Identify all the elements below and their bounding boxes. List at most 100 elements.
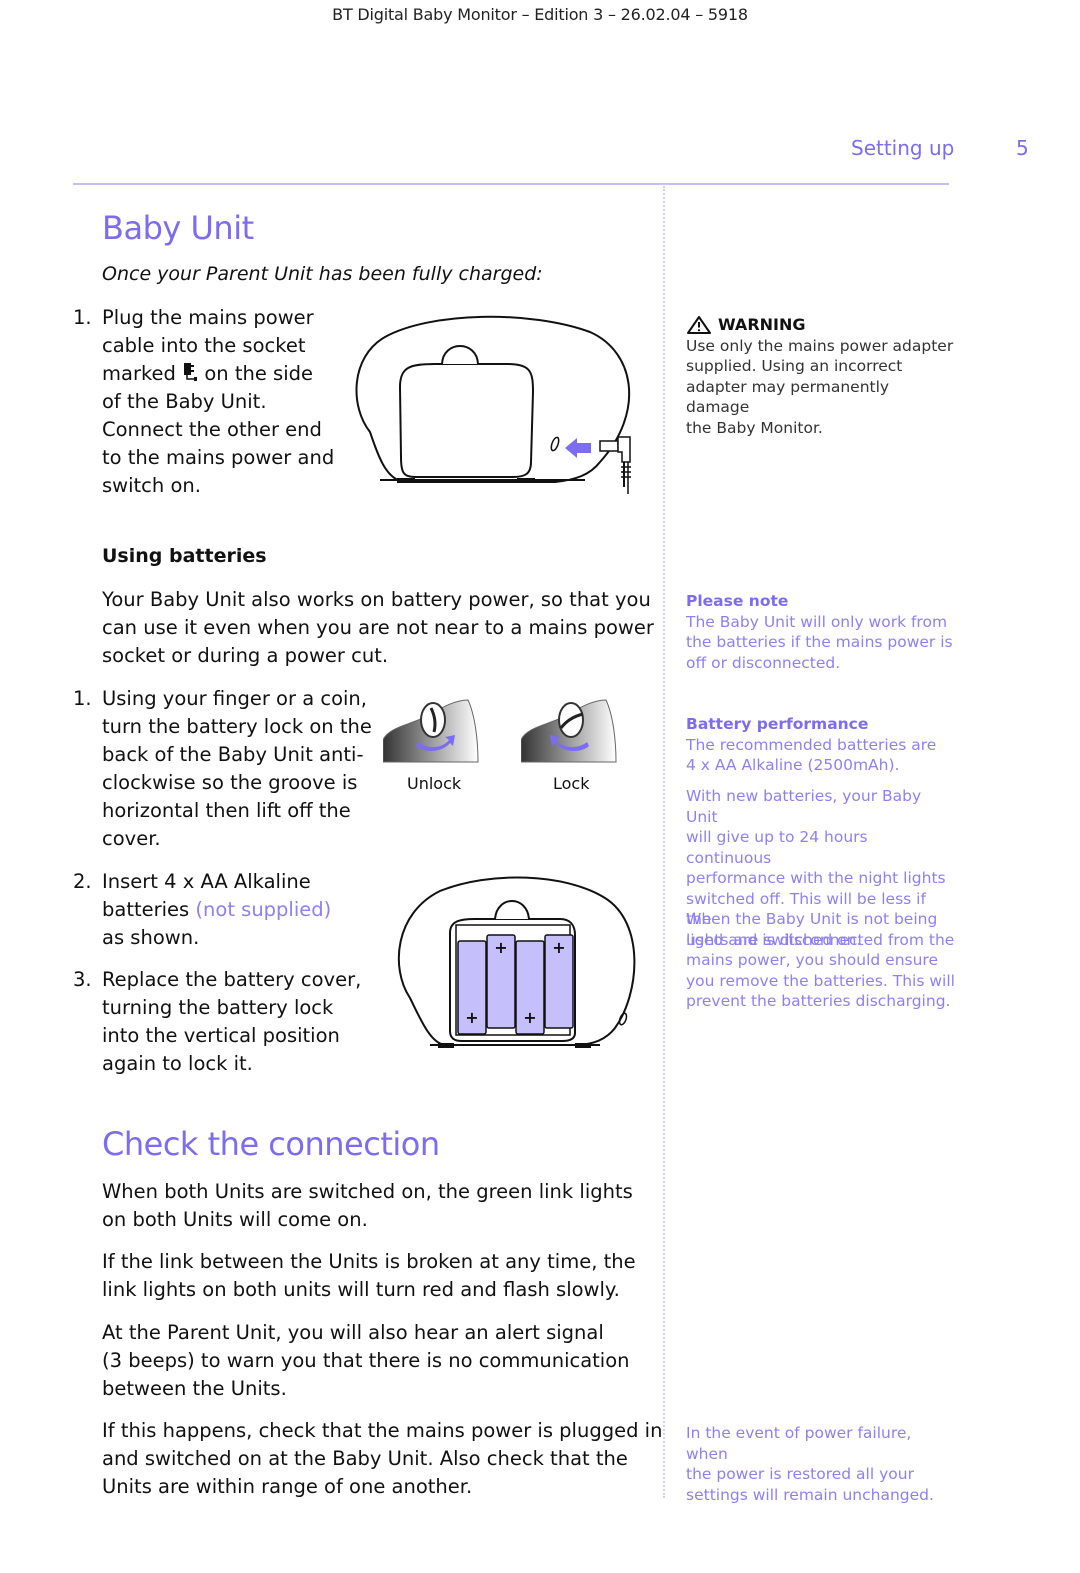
unlock-illustration bbox=[383, 699, 479, 763]
please-note-heading: Please note bbox=[686, 592, 789, 610]
please-note-box: Please note The Baby Unit will only work… bbox=[686, 591, 956, 673]
battery-intro: Your Baby Unit also works on battery pow… bbox=[102, 586, 654, 670]
text-line: Connect the other end bbox=[102, 418, 322, 441]
power-failure-note: In the event of power failure, when the … bbox=[686, 1423, 956, 1505]
battery-step-3: Replace the battery cover, turning the b… bbox=[102, 966, 361, 1078]
warning-box: WARNING Use only the mains power adapter… bbox=[686, 315, 956, 438]
battery-step-2: Insert 4 x AA Alkaline batteries (not su… bbox=[102, 868, 331, 952]
text-line: clockwise so the groove is bbox=[102, 771, 358, 794]
step-number: 2. bbox=[73, 870, 92, 893]
text-line: Use only the mains power adapter bbox=[686, 336, 954, 355]
text-line: Your Baby Unit also works on battery pow… bbox=[102, 588, 651, 611]
text-line: prevent the batteries discharging. bbox=[686, 992, 951, 1010]
text-line: Plug the mains power bbox=[102, 306, 314, 329]
battery-performance-heading: Battery performance bbox=[686, 715, 869, 733]
text-line: cable into the socket bbox=[102, 334, 306, 357]
text-line: turn the battery lock on the bbox=[102, 715, 372, 738]
text-line: Units are within range of one another. bbox=[102, 1475, 473, 1498]
text-line: performance with the night lights bbox=[686, 869, 946, 887]
header-rule bbox=[73, 183, 949, 185]
text-line: on both Units will come on. bbox=[102, 1208, 368, 1231]
step-number: 1. bbox=[73, 687, 92, 710]
lock-illustration bbox=[521, 699, 617, 763]
connection-paragraph-4: If this happens, check that the mains po… bbox=[102, 1417, 662, 1501]
text-line: 4 x AA Alkaline (2500mAh). bbox=[686, 756, 900, 774]
text-line: batteries (not supplied) bbox=[102, 896, 331, 924]
section-label: Setting up bbox=[851, 136, 955, 160]
not-supplied-note: (not supplied) bbox=[195, 898, 332, 921]
text-line: When both Units are switched on, the gre… bbox=[102, 1180, 633, 1203]
text-fragment: on the side bbox=[204, 362, 313, 385]
text-line: can use it even when you are not near to… bbox=[102, 616, 654, 639]
text-line: The Baby Unit will only work from bbox=[686, 612, 948, 631]
text-line: between the Units. bbox=[102, 1377, 287, 1400]
warning-triangle-icon bbox=[687, 316, 711, 335]
svg-text:+: + bbox=[523, 1008, 536, 1027]
text-line: (3 beeps) to warn you that there is no c… bbox=[102, 1349, 630, 1372]
warning-heading: WARNING bbox=[686, 315, 956, 336]
text-line: switch on. bbox=[102, 474, 201, 497]
text-line: In the event of power failure, when bbox=[686, 1424, 912, 1463]
text-line: again to lock it. bbox=[102, 1052, 253, 1075]
text-line: horizontal then lift off the bbox=[102, 799, 351, 822]
text-line: to the mains power and bbox=[102, 446, 335, 469]
svg-text:+: + bbox=[494, 938, 507, 957]
connection-paragraph-1: When both Units are switched on, the gre… bbox=[102, 1178, 633, 1234]
text-line: Insert 4 x AA Alkaline bbox=[102, 870, 311, 893]
text-line: the batteries if the mains power is bbox=[686, 633, 953, 651]
text-line: supplied. Using an incorrect bbox=[686, 357, 903, 375]
column-divider bbox=[663, 186, 665, 1498]
battery-removal-note: When the Baby Unit is not being used and… bbox=[686, 909, 956, 1012]
battery-compartment-illustration: + + + + bbox=[397, 876, 636, 1048]
warning-text: Use only the mains power adapter supplie… bbox=[686, 336, 956, 439]
text-line: socket or during a power cut. bbox=[102, 644, 389, 667]
text-line: off or disconnected. bbox=[686, 653, 841, 672]
section-title-baby-unit: Baby Unit bbox=[102, 209, 254, 247]
text-line: of the Baby Unit. bbox=[102, 390, 267, 413]
caption-lock: Lock bbox=[553, 774, 590, 793]
text-line: as shown. bbox=[102, 926, 200, 949]
text-line: the power is restored all your bbox=[686, 1465, 914, 1483]
text-line: If the link between the Units is broken … bbox=[102, 1250, 636, 1273]
warning-label: WARNING bbox=[718, 315, 806, 334]
document-header: BT Digital Baby Monitor – Edition 3 – 26… bbox=[332, 5, 748, 24]
text-line: adapter may permanently damage bbox=[686, 377, 890, 417]
subheading-using-batteries: Using batteries bbox=[102, 545, 267, 567]
section-title-check-connection: Check the connection bbox=[102, 1125, 440, 1163]
text-line: back of the Baby Unit anti- bbox=[102, 743, 364, 766]
text-line: mains power, you should ensure bbox=[686, 951, 939, 969]
battery-performance-box: Battery performance The recommended batt… bbox=[686, 714, 956, 776]
text-fragment: marked bbox=[102, 362, 176, 385]
text-line: you remove the batteries. This will bbox=[686, 971, 955, 990]
text-line: Using your finger or a coin, bbox=[102, 687, 367, 710]
text-line: settings will remain unchanged. bbox=[686, 1485, 934, 1504]
step-number: 3. bbox=[73, 968, 92, 991]
text-line: marked on the side bbox=[102, 360, 334, 388]
power-socket-icon bbox=[184, 363, 198, 381]
text-line: At the Parent Unit, you will also hear a… bbox=[102, 1321, 604, 1344]
step-number: 1. bbox=[73, 306, 92, 329]
text-line: When the Baby Unit is not being bbox=[686, 910, 938, 928]
text-fragment: batteries bbox=[102, 898, 190, 921]
text-line: the Baby Monitor. bbox=[686, 418, 823, 437]
text-line: The recommended batteries are bbox=[686, 735, 937, 754]
svg-text:+: + bbox=[552, 938, 565, 957]
text-line: will give up to 24 hours continuous bbox=[686, 828, 868, 867]
text-line: cover. bbox=[102, 827, 161, 850]
page-number: 5 bbox=[1016, 136, 1029, 160]
baby-unit-mains-illustration bbox=[355, 315, 631, 494]
mains-step-text: Plug the mains power cable into the sock… bbox=[102, 304, 334, 500]
text-line: into the vertical position bbox=[102, 1024, 340, 1047]
text-line: used and is disconnected from the bbox=[686, 930, 955, 949]
caption-unlock: Unlock bbox=[407, 774, 462, 793]
text-line: turning the battery lock bbox=[102, 996, 334, 1019]
connection-paragraph-3: At the Parent Unit, you will also hear a… bbox=[102, 1319, 630, 1403]
battery-step-1: Using your finger or a coin, turn the ba… bbox=[102, 685, 372, 853]
text-line: Replace the battery cover, bbox=[102, 968, 362, 991]
text-line: If this happens, check that the mains po… bbox=[102, 1419, 663, 1442]
text-line: and switched on at the Baby Unit. Also c… bbox=[102, 1447, 628, 1470]
intro-text: Once your Parent Unit has been fully cha… bbox=[102, 263, 543, 285]
text-line: With new batteries, your Baby Unit bbox=[686, 787, 922, 826]
connection-paragraph-2: If the link between the Units is broken … bbox=[102, 1248, 636, 1304]
text-line: link lights on both units will turn red … bbox=[102, 1278, 620, 1301]
